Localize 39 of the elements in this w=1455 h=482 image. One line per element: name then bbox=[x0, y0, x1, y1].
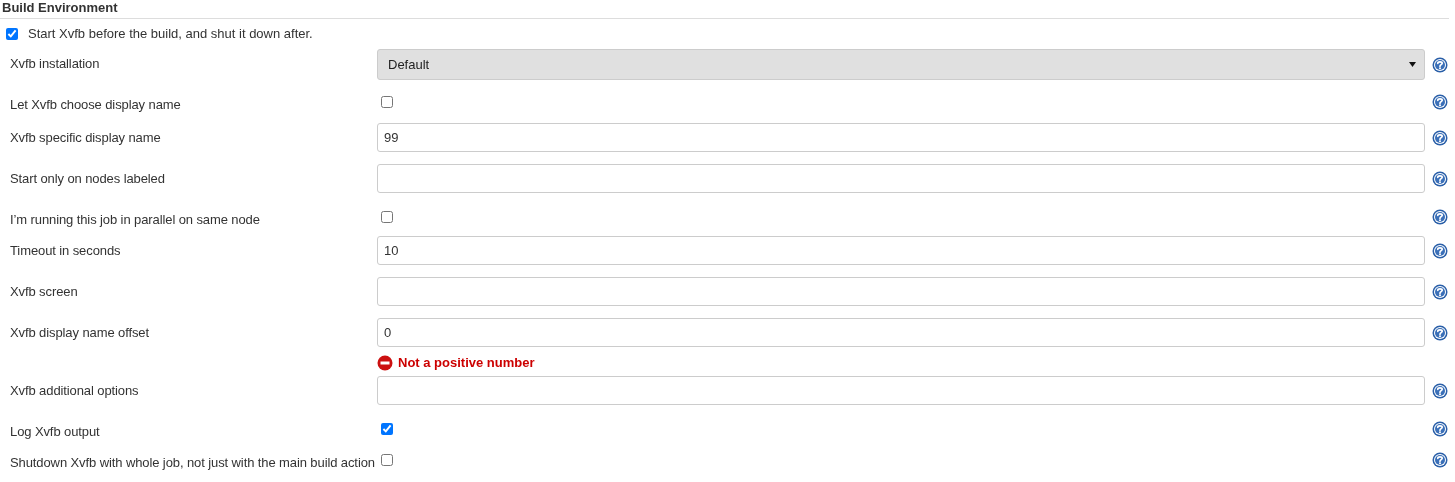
help-icon[interactable] bbox=[1432, 209, 1448, 225]
input-field[interactable]: 0 bbox=[377, 318, 1425, 347]
checkbox[interactable] bbox=[381, 423, 393, 435]
checkbox[interactable] bbox=[381, 96, 393, 108]
caret-icon bbox=[1409, 62, 1416, 67]
field-label: Let Xvfb choose display name bbox=[9, 96, 182, 114]
help-icon[interactable] bbox=[1432, 283, 1448, 300]
input-field[interactable]: 99 bbox=[377, 123, 1425, 152]
section-title: Build Environment bbox=[0, 0, 1449, 19]
field-label: Shutdown Xvfb with whole job, not just with the main build action bbox=[9, 454, 376, 472]
help-icon[interactable] bbox=[1432, 324, 1448, 341]
field-label: Log Xvfb output bbox=[9, 423, 101, 441]
checkbox-label: Start Xvfb before the build, and shut it down after. bbox=[28, 25, 313, 44]
field-label: I’m running this job in parallel on same node bbox=[9, 211, 261, 229]
help-icon[interactable] bbox=[1432, 170, 1448, 187]
help-icon[interactable] bbox=[1432, 242, 1448, 259]
field-label: Xvfb display name offset bbox=[9, 324, 150, 342]
input-field[interactable]: 10 bbox=[377, 236, 1425, 265]
checkbox[interactable] bbox=[381, 211, 393, 223]
help-icon[interactable] bbox=[1432, 452, 1448, 468]
help-icon[interactable] bbox=[1432, 94, 1448, 110]
help-icon[interactable] bbox=[1432, 129, 1448, 146]
error-icon bbox=[377, 354, 393, 371]
field-label: Xvfb specific display name bbox=[9, 129, 162, 147]
field-label: Start only on nodes labeled bbox=[9, 170, 166, 188]
field-label: Xvfb additional options bbox=[9, 382, 140, 400]
dropdown[interactable]: Default bbox=[377, 49, 1425, 80]
help-icon[interactable] bbox=[1432, 382, 1448, 399]
input-field[interactable] bbox=[377, 277, 1425, 306]
checkbox[interactable] bbox=[381, 454, 393, 466]
field-label: Timeout in seconds bbox=[9, 242, 122, 260]
help-icon[interactable] bbox=[1432, 421, 1448, 437]
error-message: Not a positive number bbox=[398, 355, 535, 370]
field-label: Xvfb installation bbox=[9, 55, 101, 73]
input-field[interactable] bbox=[377, 164, 1425, 193]
field-label: Xvfb screen bbox=[9, 283, 79, 301]
input-field[interactable] bbox=[377, 376, 1425, 405]
checkbox[interactable] bbox=[6, 28, 18, 40]
help-icon[interactable] bbox=[1432, 56, 1448, 73]
